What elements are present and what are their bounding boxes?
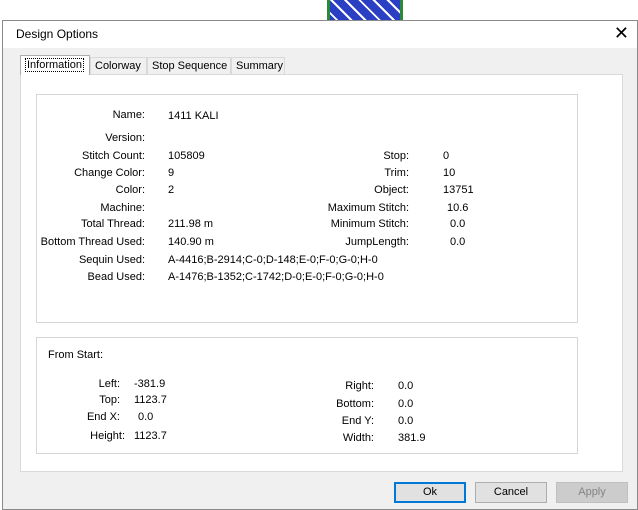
tab-stop-sequence[interactable]: Stop Sequence [147,57,231,74]
left-label: Left: [98,378,120,390]
ok-button[interactable]: Ok [394,482,466,503]
jump-length-value: 0.0 [450,236,466,248]
tab-information[interactable]: Information [20,55,90,75]
bottom-thread-label: Bottom Thread Used: [40,236,145,248]
version-label: Version: [105,132,145,144]
trim-value: 10 [443,167,456,179]
apply-button[interactable]: Apply [556,482,628,503]
height-value: 1123.7 [134,430,167,442]
end-x-label: End X: [86,411,120,423]
title-bar: Design Options ✕ [3,21,637,48]
object-label: Object: [374,184,409,196]
bottom-value: 0.0 [398,398,414,410]
min-stitch-value: 0.0 [450,218,466,230]
bottom-label: Bottom: [336,398,374,410]
bead-value: A-1476;B-1352;C-1742;D-0;E-0;F-0;G-0;H-0 [168,271,384,283]
change-color-value: 9 [168,167,175,179]
bead-label: Bead Used: [87,271,145,283]
tab-information-label: Information [25,58,85,72]
tab-colorway[interactable]: Colorway [90,57,147,74]
design-info-group: Name: 1411 KALI Version: Stitch Count: 1… [36,94,578,323]
sequin-value: A-4416;B-2914;C-0;D-148;E-0;F-0;G-0;H-0 [168,254,378,266]
from-start-heading: From Start: [48,349,104,361]
end-y-value: 0.0 [398,415,414,427]
name-label: Name: [112,109,145,121]
top-label: Top: [99,394,120,406]
stitch-count-value: 105809 [168,150,205,162]
total-thread-value: 211.98 m [168,218,214,230]
close-icon[interactable]: ✕ [614,23,629,43]
jump-length-label: JumpLength: [345,236,409,248]
machine-label: Machine: [100,202,145,214]
stop-value: 0 [443,150,450,162]
sequin-label: Sequin Used: [78,254,145,266]
right-label: Right: [345,380,374,392]
design-options-dialog: Design Options ✕ Information Colorway St… [2,20,638,510]
tab-summary[interactable]: Summary [231,57,285,74]
width-value: 381.9 [398,432,426,444]
color-label: Color: [115,184,145,196]
end-x-value: 0.0 [138,411,154,423]
trim-label: Trim: [384,167,409,179]
left-value: -381.9 [134,378,166,390]
dialog-title: Design Options [16,27,99,41]
height-label: Height: [90,430,125,442]
color-value: 2 [168,184,175,196]
max-stitch-label: Maximum Stitch: [327,202,409,214]
change-color-label: Change Color: [74,167,145,179]
right-value: 0.0 [398,380,414,392]
cancel-button[interactable]: Cancel [475,482,547,503]
from-start-group: From Start: Left: -381.9 Top: 1123.7 End… [36,337,578,454]
bottom-thread-value: 140.90 m [168,236,214,248]
end-y-label: End Y: [341,415,374,427]
background-canvas [0,0,638,20]
max-stitch-value: 10.6 [447,202,469,214]
information-panel: Name: 1411 KALI Version: Stitch Count: 1… [20,74,623,472]
stop-label: Stop: [383,150,409,162]
design-thumbnail [327,0,403,20]
stitch-count-label: Stitch Count: [82,150,145,162]
total-thread-label: Total Thread: [80,218,145,230]
object-value: 13751 [443,184,474,196]
width-label: Width: [342,432,374,444]
min-stitch-label: Minimum Stitch: [330,218,409,230]
name-value: 1411 KALI [168,110,219,122]
top-value: 1123.7 [134,394,167,406]
